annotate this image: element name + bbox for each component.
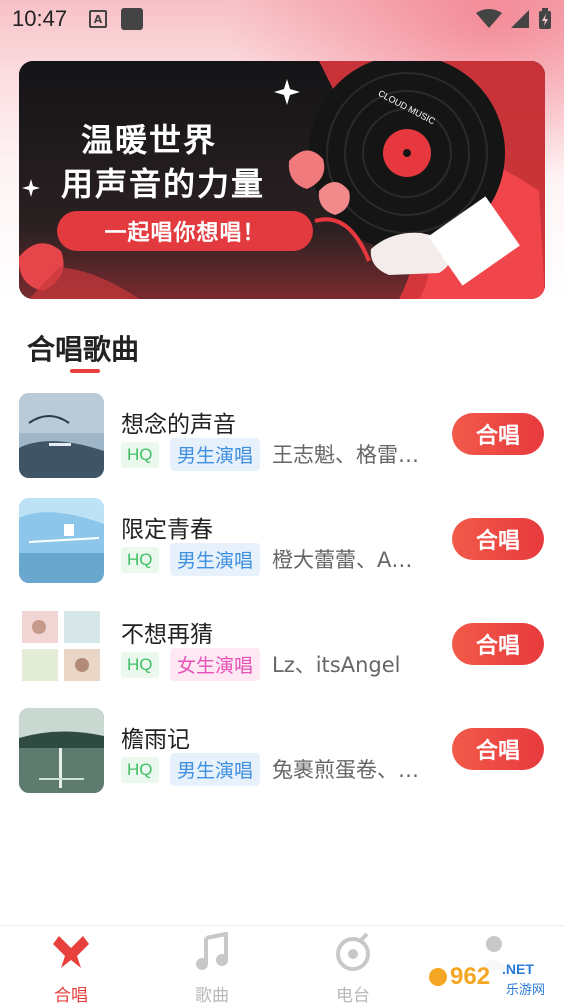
chorus-button[interactable]: 合唱 [452,728,544,770]
hq-badge: HQ [121,442,159,468]
hq-badge: HQ [121,652,159,678]
song-artists: 王志魁、格雷… [272,443,419,467]
watermark-sub: 乐游网 [506,983,545,998]
signal-icon [511,10,529,28]
song-item[interactable]: 想念的声音 HQ 男生演唱 王志魁、格雷… 合唱 [0,393,564,483]
hq-badge: HQ [121,547,159,573]
status-time: 10:47 [12,6,68,31]
song-cover [19,498,104,583]
chorus-icon [53,936,89,968]
banner-headline-2: 用声音的力量 [61,165,266,203]
section-title-underline [70,369,100,373]
singer-type-tag: 男生演唱 [170,438,261,471]
song-title: 限定青春 [121,517,213,543]
song-item[interactable]: 不想再猜 HQ 女生演唱 Lz、itsAngel 合唱 [0,603,564,693]
banner-slogan-pill: 一起唱你想唱！ [57,211,313,251]
tab-radio[interactable]: 电台 [303,926,403,1004]
song-cover [19,708,104,793]
song-title: 不想再猜 [121,622,213,648]
tab-label: 合唱 [54,986,88,1004]
hq-badge: HQ [121,757,159,783]
wifi-icon [476,9,502,28]
status-bar: 10:47 A [0,0,564,38]
promo-banner[interactable]: CLOUD MUSIC 温暖世界 用声音的力量 一起唱你想唱！ [19,61,545,299]
song-artists: 兔裹煎蛋卷、… [272,758,419,782]
banner-headline-1: 温暖世界 [81,121,218,159]
chorus-button[interactable]: 合唱 [452,413,544,455]
music-note-icon [196,932,228,970]
singer-type-tag: 男生演唱 [170,753,261,786]
section-title: 合唱歌曲 [27,333,140,366]
tab-songs[interactable]: 歌曲 [162,926,262,1004]
accessibility-a-icon: A [89,10,108,28]
song-artists: Lz、itsAngel [272,653,401,677]
tab-label: 电台 [336,986,370,1004]
singer-type-tag: 男生演唱 [170,543,261,576]
song-title: 檐雨记 [121,727,190,753]
song-item[interactable]: 檐雨记 HQ 男生演唱 兔裹煎蛋卷、… 合唱 [0,708,564,798]
song-cover [19,603,104,688]
battery-icon [539,8,551,29]
song-item[interactable]: 限定青春 HQ 男生演唱 橙大蕾蕾、A… 合唱 [0,498,564,588]
chorus-button[interactable]: 合唱 [452,623,544,665]
song-artists: 橙大蕾蕾、A… [272,548,413,572]
radio-icon [336,932,370,971]
site-watermark: 962 .NET 乐游网 [424,950,564,1004]
watermark-suffix: .NET [502,961,534,977]
song-cover [19,393,104,478]
singer-type-tag: 女生演唱 [170,648,261,681]
tab-label: 歌曲 [195,986,229,1004]
watermark-brand: 962 [450,963,490,990]
notification-square-icon [121,8,144,30]
chorus-button[interactable]: 合唱 [452,518,544,560]
tab-chorus[interactable]: 合唱 [21,926,121,1004]
song-title: 想念的声音 [121,412,236,438]
